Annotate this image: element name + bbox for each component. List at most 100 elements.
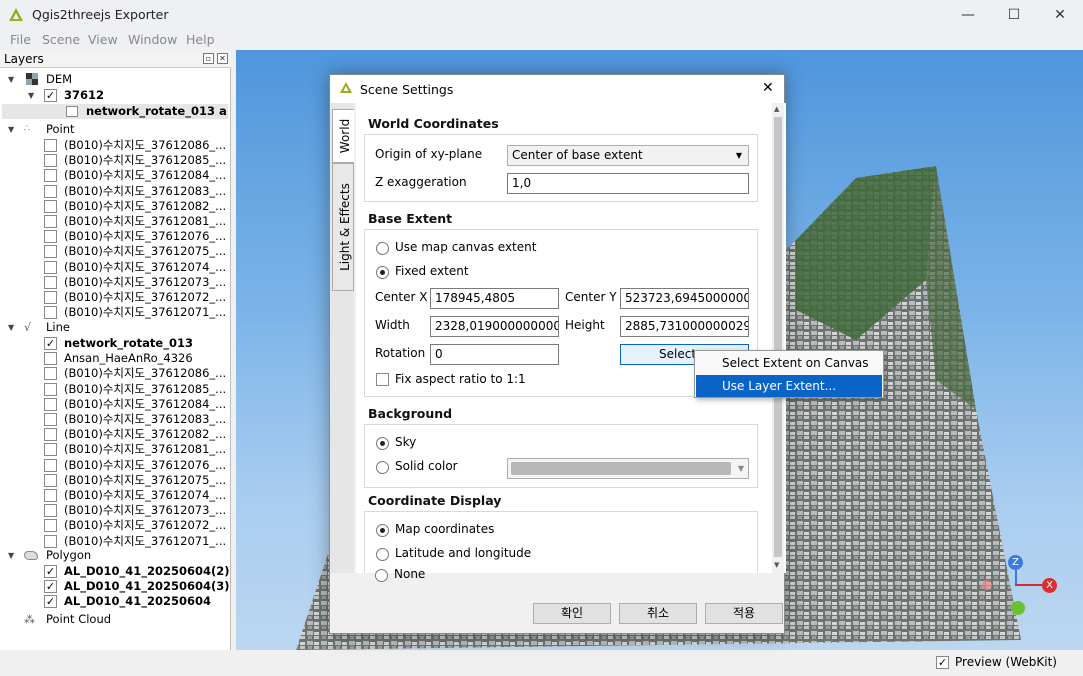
layer-checkbox[interactable]: [44, 291, 57, 304]
layer-checkbox[interactable]: [44, 534, 57, 548]
dialog-scrollbar[interactable]: ▲ ▼: [772, 103, 784, 573]
group-point[interactable]: ▼ ∴ Point: [0, 122, 231, 137]
rotation-input[interactable]: 0: [430, 344, 559, 365]
color-picker[interactable]: ▼: [507, 458, 749, 479]
layer-checkbox[interactable]: [44, 473, 57, 487]
apply-button[interactable]: 적용: [705, 603, 783, 624]
dialog-close-icon[interactable]: ✕: [762, 80, 774, 96]
preview-checkbox[interactable]: ✓: [936, 656, 949, 669]
tab-light-effects[interactable]: Light & Effects: [332, 163, 354, 291]
layer-checkbox[interactable]: [44, 184, 57, 198]
select-extent-on-canvas-item[interactable]: Select Extent on Canvas: [696, 352, 882, 374]
layer-checkbox[interactable]: [44, 169, 57, 183]
fixed-extent-radio[interactable]: [376, 266, 389, 279]
layer-checkbox[interactable]: [44, 489, 57, 502]
layer-item[interactable]: (B010)수치지도_37612084_...: [0, 397, 231, 412]
none-radio[interactable]: [375, 569, 388, 582]
layer-checkbox[interactable]: [44, 215, 57, 228]
layer-checkbox[interactable]: [44, 519, 57, 533]
lat-lon-radio[interactable]: [376, 548, 389, 561]
layer-item[interactable]: (B010)수치지도_37612086_...: [0, 138, 231, 153]
fix-aspect-checkbox[interactable]: [376, 373, 389, 386]
layer-checkbox[interactable]: [44, 382, 57, 396]
layer-item[interactable]: ✓ network_rotate_013: [0, 336, 231, 351]
layer-item[interactable]: (B010)수치지도_37612076_...: [0, 458, 231, 473]
layer-item[interactable]: (B010)수치지도_37612071_...: [0, 534, 231, 549]
layer-item[interactable]: (B010)수치지도_37612075_...: [0, 244, 231, 259]
expand-arrow-icon[interactable]: ▼: [8, 72, 14, 87]
use-canvas-extent-radio[interactable]: [376, 242, 389, 255]
group-line[interactable]: ▼ √ Line: [0, 320, 231, 335]
layer-item[interactable]: (B010)수치지도_37612082_...: [0, 199, 231, 214]
layer-checkbox[interactable]: [44, 458, 57, 472]
scroll-down-icon[interactable]: ▼: [774, 561, 779, 569]
layer-item[interactable]: (B010)수치지도_37612074_...: [0, 488, 231, 503]
layer-item[interactable]: (B010)수치지도_37612081_...: [0, 442, 231, 457]
menu-file[interactable]: File: [10, 32, 31, 47]
layer-item[interactable]: (B010)수치지도_37612086_...: [0, 366, 231, 381]
layer-checkbox[interactable]: [44, 413, 57, 426]
layer-item[interactable]: (B010)수치지도_37612076_...: [0, 229, 231, 244]
layer-item[interactable]: (B010)수치지도_37612073_...: [0, 503, 231, 518]
layer-checkbox[interactable]: [44, 504, 57, 518]
sky-radio[interactable]: [376, 437, 389, 450]
expand-arrow-icon[interactable]: ▼: [28, 88, 34, 103]
cancel-button[interactable]: 취소: [619, 603, 697, 624]
layer-item[interactable]: (B010)수치지도_37612075_...: [0, 473, 231, 488]
layer-item[interactable]: (B010)수치지도_37612085_...: [0, 153, 231, 168]
layer-item[interactable]: (B010)수치지도_37612082_...: [0, 427, 231, 442]
layer-checkbox[interactable]: [44, 199, 57, 213]
layer-item[interactable]: ✓ AL_D010_41_20250604: [0, 594, 231, 609]
layer-checkbox[interactable]: [44, 275, 57, 289]
layer-item[interactable]: (B010)수치지도_37612071_...: [0, 305, 231, 320]
close-window-button[interactable]: ✕: [1037, 0, 1083, 30]
layer-item[interactable]: (B010)수치지도_37612084_...: [0, 168, 231, 183]
solid-color-radio[interactable]: [376, 461, 389, 474]
layer-checkbox[interactable]: [44, 306, 57, 320]
layer-checkbox[interactable]: ✓: [44, 565, 57, 578]
layer-checkbox[interactable]: [44, 352, 57, 366]
menu-scene[interactable]: Scene: [42, 32, 80, 47]
layer-checkbox[interactable]: [44, 139, 57, 152]
use-layer-extent-item[interactable]: Use Layer Extent...: [696, 375, 882, 397]
maximize-button[interactable]: ☐: [991, 0, 1037, 30]
layer-checkbox[interactable]: [44, 230, 57, 244]
layer-item[interactable]: ✓ AL_D010_41_20250604(3): [0, 579, 231, 594]
layer-checkbox[interactable]: [44, 154, 57, 168]
minimize-button[interactable]: —: [945, 0, 991, 30]
layer-item[interactable]: (B010)수치지도_37612074_...: [0, 260, 231, 275]
layer-item[interactable]: (B010)수치지도_37612081_...: [0, 214, 231, 229]
height-input[interactable]: 2885,731000000029: [620, 316, 749, 337]
layer-checkbox[interactable]: [44, 245, 57, 259]
layer-item[interactable]: ▼ ✓ 37612: [0, 88, 231, 103]
layer-checkbox[interactable]: ✓: [44, 595, 57, 609]
tab-world[interactable]: World: [332, 109, 354, 163]
scroll-up-icon[interactable]: ▲: [774, 105, 779, 113]
group-dem[interactable]: ▼ DEM: [0, 72, 231, 87]
layer-item[interactable]: ✓ AL_D010_41_20250604(2): [0, 564, 231, 579]
layer-item-selected[interactable]: network_rotate_013 a...: [2, 104, 228, 119]
layer-checkbox[interactable]: ✓: [44, 337, 57, 350]
layer-item[interactable]: (B010)수치지도_37612085_...: [0, 382, 231, 397]
layer-checkbox[interactable]: ✓: [44, 580, 57, 594]
expand-arrow-icon[interactable]: ▼: [8, 548, 14, 563]
layer-item[interactable]: (B010)수치지도_37612072_...: [0, 518, 231, 533]
layer-checkbox[interactable]: [44, 367, 57, 381]
layer-item[interactable]: (B010)수치지도_37612072_...: [0, 290, 231, 305]
layer-item[interactable]: Ansan_HaeAnRo_4326: [0, 351, 231, 366]
menu-help[interactable]: Help: [186, 32, 215, 47]
width-input[interactable]: 2328,0190000000002: [430, 316, 559, 337]
layer-item[interactable]: (B010)수치지도_37612083_...: [0, 412, 231, 427]
layer-checkbox[interactable]: ✓: [44, 89, 57, 102]
map-coordinates-radio[interactable]: [376, 524, 389, 537]
scrollbar-thumb[interactable]: [774, 117, 782, 557]
menu-view[interactable]: View: [88, 32, 118, 47]
layer-checkbox[interactable]: [44, 443, 57, 457]
layer-checkbox[interactable]: [44, 428, 57, 442]
center-x-input[interactable]: 178945,4805: [430, 288, 559, 309]
close-panel-icon[interactable]: ✕: [217, 53, 228, 64]
expand-arrow-icon[interactable]: ▼: [8, 320, 14, 335]
ok-button[interactable]: 확인: [533, 603, 611, 624]
center-y-input[interactable]: 523723,69450000004: [620, 288, 749, 309]
layer-checkbox[interactable]: [44, 397, 57, 411]
